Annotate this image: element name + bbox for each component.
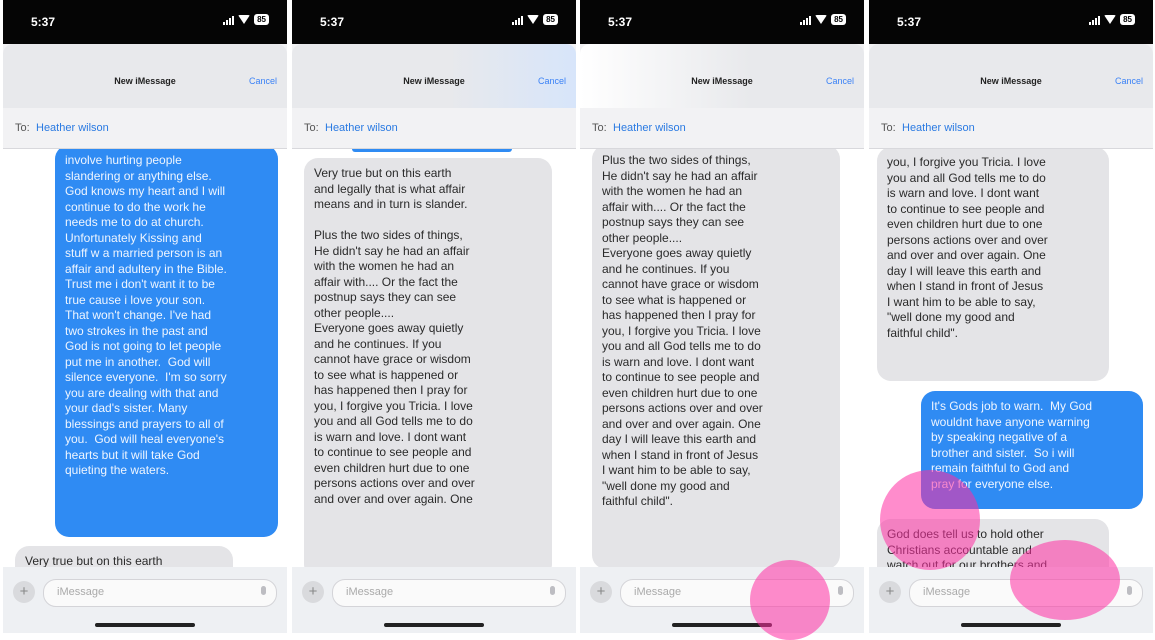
incoming-message-bubble[interactable]: Very true but on this earth and legally … (304, 158, 552, 567)
to-label: To: (304, 122, 319, 134)
home-indicator (384, 623, 484, 627)
message-header: New iMessage Cancel (869, 44, 1153, 108)
outgoing-message-bubble[interactable]: involve hurting people slandering or any… (55, 149, 278, 537)
message-header: New iMessage Cancel (3, 44, 287, 108)
message-input-placeholder: iMessage (634, 586, 682, 598)
recipient-bar[interactable]: To: Heather wilson (3, 108, 287, 149)
signal-icon (223, 15, 235, 25)
compose-bar: + iMessage (3, 567, 287, 633)
signal-icon (800, 15, 812, 25)
microphone-icon[interactable] (838, 586, 843, 595)
recipient-bar[interactable]: To: Heather wilson (869, 108, 1153, 149)
microphone-icon[interactable] (550, 586, 555, 595)
compose-bar: + iMessage (292, 567, 576, 633)
battery-icon: 85 (543, 14, 558, 25)
phone-screenshot-1: 5:37 85 New iMessage Cancel To: Heather … (3, 0, 287, 633)
incoming-message-bubble[interactable]: God does tell us to hold other Christian… (877, 519, 1109, 567)
wifi-icon (1104, 15, 1117, 24)
header-title: New iMessage (403, 76, 465, 86)
signal-icon (512, 15, 524, 25)
message-header: New iMessage Cancel (292, 44, 576, 108)
cancel-button[interactable]: Cancel (249, 76, 277, 86)
plus-icon[interactable]: + (590, 581, 612, 603)
recipient-name[interactable]: Heather wilson (613, 122, 686, 134)
message-input-placeholder: iMessage (346, 586, 394, 598)
status-time: 5:37 (320, 15, 345, 29)
message-input[interactable]: iMessage (909, 579, 1143, 607)
phone-screenshot-3: 5:37 85 New iMessage Cancel To: Heather … (580, 0, 864, 633)
plus-icon[interactable]: + (879, 581, 901, 603)
plus-icon[interactable]: + (302, 581, 324, 603)
message-thread[interactable]: Very true but on this earth and legally … (292, 149, 576, 567)
phone-screenshot-4: 5:37 85 New iMessage Cancel To: Heather … (869, 0, 1153, 633)
home-indicator (95, 623, 195, 627)
microphone-icon[interactable] (261, 586, 266, 595)
wifi-icon (815, 15, 828, 24)
status-bar: 5:37 85 (292, 0, 576, 44)
header-title: New iMessage (114, 76, 176, 86)
cancel-button[interactable]: Cancel (826, 76, 854, 86)
message-input[interactable]: iMessage (332, 579, 566, 607)
recipient-name[interactable]: Heather wilson (36, 122, 109, 134)
incoming-message-bubble[interactable]: you, I forgive you Tricia. I love you an… (877, 149, 1109, 381)
status-time: 5:37 (608, 15, 633, 29)
signal-icon (1089, 15, 1101, 25)
plus-icon[interactable]: + (13, 581, 35, 603)
compose-bar: + iMessage (580, 567, 864, 633)
message-input-placeholder: iMessage (57, 586, 105, 598)
wifi-icon (527, 15, 540, 24)
recipient-bar[interactable]: To: Heather wilson (580, 108, 864, 149)
to-label: To: (592, 122, 607, 134)
battery-icon: 85 (831, 14, 846, 25)
message-header: New iMessage Cancel (580, 44, 864, 108)
status-time: 5:37 (897, 15, 922, 29)
to-label: To: (881, 122, 896, 134)
status-bar: 5:37 85 (3, 0, 287, 44)
home-indicator (961, 623, 1061, 627)
message-thread[interactable]: you, I forgive you Tricia. I love you an… (869, 149, 1153, 567)
battery-icon: 85 (254, 14, 269, 25)
message-input[interactable]: iMessage (620, 579, 854, 607)
recipient-bar[interactable]: To: Heather wilson (292, 108, 576, 149)
message-thread[interactable]: involve hurting people slandering or any… (3, 149, 287, 567)
to-label: To: (15, 122, 30, 134)
message-thread[interactable]: Plus the two sides of things, He didn't … (580, 149, 864, 567)
status-time: 5:37 (31, 15, 56, 29)
incoming-message-bubble[interactable]: Plus the two sides of things, He didn't … (592, 149, 840, 567)
home-indicator (672, 623, 772, 627)
compose-bar: + iMessage (869, 567, 1153, 633)
phone-screenshot-2: 5:37 85 New iMessage Cancel To: Heather … (292, 0, 576, 633)
wifi-icon (238, 15, 251, 24)
recipient-name[interactable]: Heather wilson (902, 122, 975, 134)
incoming-message-bubble[interactable]: Very true but on this earth (15, 546, 233, 567)
battery-icon: 85 (1120, 14, 1135, 25)
header-title: New iMessage (980, 76, 1042, 86)
status-bar: 5:37 85 (869, 0, 1153, 44)
microphone-icon[interactable] (1127, 586, 1132, 595)
message-input-placeholder: iMessage (923, 586, 971, 598)
status-bar: 5:37 85 (580, 0, 864, 44)
cancel-button[interactable]: Cancel (1115, 76, 1143, 86)
cancel-button[interactable]: Cancel (538, 76, 566, 86)
header-title: New iMessage (691, 76, 753, 86)
outgoing-message-bubble[interactable]: It's Gods job to warn. My God wouldnt ha… (921, 391, 1143, 509)
recipient-name[interactable]: Heather wilson (325, 122, 398, 134)
message-input[interactable]: iMessage (43, 579, 277, 607)
outgoing-message-bubble-edge (352, 149, 512, 152)
